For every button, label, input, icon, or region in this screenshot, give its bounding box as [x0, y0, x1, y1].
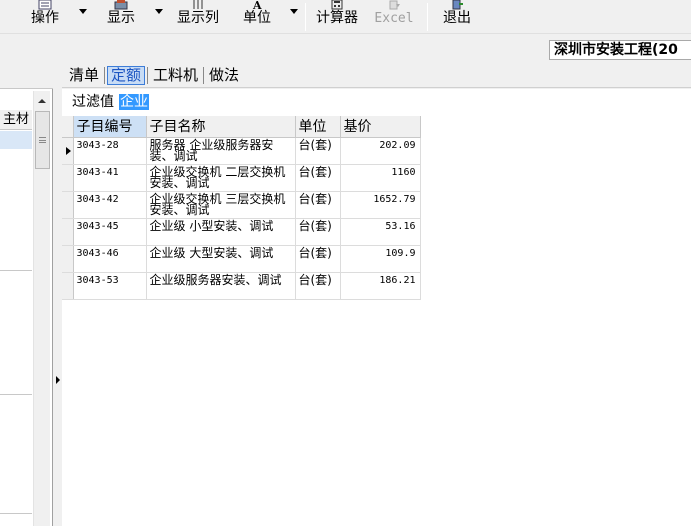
tab-bill[interactable]: 清单: [66, 66, 102, 85]
row-indicator[interactable]: [62, 245, 74, 273]
cell-name[interactable]: 服务器 企业级服务器安装、调试: [146, 137, 296, 165]
tab-materials[interactable]: 工料机: [150, 66, 201, 85]
cell-name[interactable]: 企业级 小型安装、调试: [146, 218, 296, 246]
cell-name[interactable]: 企业级 大型安装、调试: [146, 245, 296, 273]
scroll-thumb[interactable]: [35, 111, 50, 169]
cell-price[interactable]: 1160: [340, 164, 421, 192]
left-selected-row[interactable]: [0, 131, 32, 149]
exit-icon: [440, 0, 474, 10]
cell-code[interactable]: 3043-28: [73, 137, 147, 165]
expand-right-icon[interactable]: [55, 374, 61, 384]
toolbar-separator: [305, 3, 306, 31]
cell-price[interactable]: 1652.79: [340, 191, 421, 219]
display-button[interactable]: 显示: [104, 0, 138, 33]
current-row-icon: [66, 146, 71, 155]
excel-icon: [372, 0, 416, 10]
filter-row: 过滤值 企业: [62, 89, 691, 116]
table-row[interactable]: 3043-46 企业级 大型安装、调试 台(套) 109.9: [62, 245, 421, 273]
cell-price[interactable]: 202.09: [340, 137, 421, 165]
svg-text:A: A: [252, 0, 262, 10]
grid-header-code[interactable]: 子目编号: [73, 116, 147, 138]
table-row[interactable]: 3043-28 服务器 企业级服务器安装、调试 台(套) 202.09: [62, 137, 421, 165]
unit-button[interactable]: A 单位: [240, 0, 274, 33]
table-row[interactable]: 3043-45 企业级 小型安装、调试 台(套) 53.16: [62, 218, 421, 246]
grid-area: 子目编号 子目名称 单位 基价 3043-28 服务器 企业级服务器安装、调试 …: [62, 116, 691, 526]
tab-bar: 清单 定额 工料机 做法: [62, 63, 691, 88]
tab-method[interactable]: 做法: [206, 66, 242, 85]
grid-header-row: 子目编号 子目名称 单位 基价: [62, 116, 421, 138]
columns-button[interactable]: 显示列: [174, 0, 222, 33]
display-dropdown-arrow[interactable]: [154, 9, 164, 15]
left-column-header[interactable]: 主材: [0, 110, 32, 130]
scroll-up-icon[interactable]: [36, 95, 48, 105]
cell-code[interactable]: 3043-41: [73, 164, 147, 192]
display-icon: [104, 0, 138, 10]
calculator-button[interactable]: 计算器: [313, 0, 361, 33]
unit-icon: A: [240, 0, 274, 10]
toolbar-separator: [427, 3, 428, 31]
cell-unit[interactable]: 台(套): [295, 191, 341, 219]
row-indicator[interactable]: [62, 191, 74, 219]
operate-label: 操作: [31, 10, 59, 26]
cell-name[interactable]: 企业级服务器安装、调试: [146, 272, 296, 300]
row-indicator[interactable]: [62, 137, 74, 165]
cell-price[interactable]: 109.9: [340, 245, 421, 273]
cell-name[interactable]: 企业级交换机 三层交换机安装、调试: [146, 191, 296, 219]
unit-dropdown-arrow[interactable]: [289, 9, 299, 15]
display-label: 显示: [107, 10, 135, 26]
left-row-divider: [0, 513, 32, 514]
cell-code[interactable]: 3043-46: [73, 245, 147, 273]
project-title: 深圳市安装工程(20: [549, 40, 691, 60]
tab-separator: [147, 66, 149, 84]
grid-header-price[interactable]: 基价: [340, 116, 421, 138]
row-indicator[interactable]: [62, 164, 74, 192]
left-row-divider: [0, 394, 32, 395]
grid-header-name[interactable]: 子目名称: [146, 116, 296, 138]
cell-code[interactable]: 3043-53: [73, 272, 147, 300]
left-vertical-scrollbar[interactable]: [33, 91, 50, 526]
filter-label: 过滤值: [72, 94, 114, 110]
cell-price[interactable]: 53.16: [340, 218, 421, 246]
grip-icon: [39, 137, 46, 143]
columns-label: 显示列: [177, 10, 219, 26]
panel-splitter[interactable]: [54, 63, 62, 526]
excel-button[interactable]: Excel: [372, 0, 416, 33]
cell-unit[interactable]: 台(套): [295, 272, 341, 300]
cell-code[interactable]: 3043-45: [73, 218, 147, 246]
tab-quota[interactable]: 定额: [107, 65, 146, 85]
row-indicator[interactable]: [62, 218, 74, 246]
operate-button[interactable]: 操作: [28, 0, 62, 33]
table-row[interactable]: 3043-53 企业级服务器安装、调试 台(套) 186.21: [62, 272, 421, 300]
table-row[interactable]: 3043-42 企业级交换机 三层交换机安装、调试 台(套) 1652.79: [62, 191, 421, 219]
cell-name[interactable]: 企业级交换机 二层交换机安装、调试: [146, 164, 296, 192]
columns-icon: [174, 0, 222, 10]
exit-button[interactable]: 退出: [440, 0, 474, 33]
cell-unit[interactable]: 台(套): [295, 245, 341, 273]
cell-code[interactable]: 3043-42: [73, 191, 147, 219]
left-row-divider: [0, 270, 32, 271]
cell-unit[interactable]: 台(套): [295, 218, 341, 246]
calculator-label: 计算器: [316, 10, 358, 26]
title-strip: 深圳市安装工程(20: [0, 33, 691, 63]
operate-icon: [28, 0, 62, 10]
grid-header-unit[interactable]: 单位: [295, 116, 341, 138]
toolbar: 操作 显示 显示列 A 单位 计算器 Excel 退出: [0, 0, 691, 33]
unit-label: 单位: [243, 10, 271, 26]
quota-grid: 子目编号 子目名称 单位 基价 3043-28 服务器 企业级服务器安装、调试 …: [62, 116, 421, 300]
excel-label: Excel: [374, 11, 414, 26]
cell-price[interactable]: 186.21: [340, 272, 421, 300]
cell-unit[interactable]: 台(套): [295, 137, 341, 165]
tab-separator: [203, 66, 205, 84]
operate-dropdown-arrow[interactable]: [78, 9, 88, 15]
cell-unit[interactable]: 台(套): [295, 164, 341, 192]
filter-input[interactable]: 企业: [119, 94, 149, 110]
tab-separator: [104, 66, 106, 84]
calculator-icon: [313, 0, 361, 10]
left-panel-header: [0, 63, 53, 89]
grid-corner: [62, 116, 74, 138]
row-indicator[interactable]: [62, 272, 74, 300]
table-row[interactable]: 3043-41 企业级交换机 二层交换机安装、调试 台(套) 1160: [62, 164, 421, 192]
left-panel: 主材: [0, 63, 53, 526]
exit-label: 退出: [443, 10, 471, 26]
